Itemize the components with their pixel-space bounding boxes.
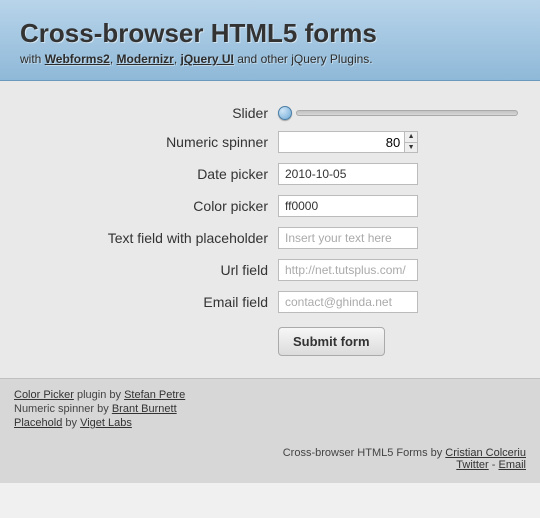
- slider-label: Slider: [20, 105, 278, 121]
- color-input[interactable]: [278, 195, 418, 217]
- credit-color-picker: Color Picker plugin by Stefan Petre: [14, 389, 526, 401]
- spinner-up-icon[interactable]: ▲: [405, 132, 417, 143]
- footer-byline: Cross-browser HTML5 Forms by Cristian Co…: [14, 447, 526, 471]
- link-modernizr[interactable]: Modernizr: [117, 52, 174, 66]
- link-stefan-petre[interactable]: Stefan Petre: [124, 389, 185, 401]
- email-label: Email field: [20, 294, 278, 310]
- slider-input[interactable]: [278, 106, 518, 120]
- text-label: Text field with placeholder: [20, 230, 278, 246]
- link-webforms2[interactable]: Webforms2: [45, 52, 110, 66]
- page-title: Cross-browser HTML5 forms: [20, 18, 520, 49]
- link-jquery-ui[interactable]: jQuery UI: [181, 52, 234, 66]
- page-header: Cross-browser HTML5 forms with Webforms2…: [0, 0, 540, 81]
- link-brant-burnett[interactable]: Brant Burnett: [112, 403, 177, 415]
- email-input[interactable]: [278, 291, 418, 313]
- link-color-picker[interactable]: Color Picker: [14, 389, 74, 401]
- color-label: Color picker: [20, 198, 278, 214]
- page-subtitle: with Webforms2, Modernizr, jQuery UI and…: [20, 52, 520, 66]
- link-cristian-colceriu[interactable]: Cristian Colceriu: [445, 447, 526, 459]
- link-viget-labs[interactable]: Viget Labs: [80, 417, 132, 429]
- form-area: Slider Numeric spinner ▲ ▼ Date picker: [0, 81, 540, 378]
- link-email[interactable]: Email: [498, 459, 526, 471]
- credit-placehold: Placehold by Viget Labs: [14, 417, 526, 429]
- slider-track[interactable]: [296, 110, 518, 116]
- submit-button[interactable]: Submit form: [278, 327, 385, 356]
- numeric-spinner[interactable]: ▲ ▼: [278, 131, 418, 153]
- link-placehold[interactable]: Placehold: [14, 417, 62, 429]
- spinner-label: Numeric spinner: [20, 134, 278, 150]
- url-input[interactable]: [278, 259, 418, 281]
- spinner-down-icon[interactable]: ▼: [405, 143, 417, 153]
- text-input[interactable]: [278, 227, 418, 249]
- slider-handle-icon[interactable]: [278, 106, 292, 120]
- date-label: Date picker: [20, 166, 278, 182]
- spinner-value-input[interactable]: [279, 132, 404, 152]
- date-input[interactable]: [278, 163, 418, 185]
- link-twitter[interactable]: Twitter: [456, 459, 488, 471]
- url-label: Url field: [20, 262, 278, 278]
- page-footer: Color Picker plugin by Stefan Petre Nume…: [0, 378, 540, 483]
- credit-spinner: Numeric spinner by Brant Burnett: [14, 403, 526, 415]
